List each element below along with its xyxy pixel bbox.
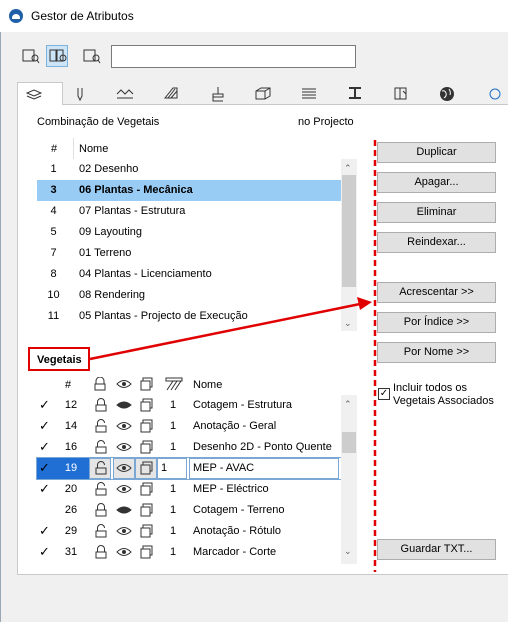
annotation-overlay xyxy=(89,140,377,572)
